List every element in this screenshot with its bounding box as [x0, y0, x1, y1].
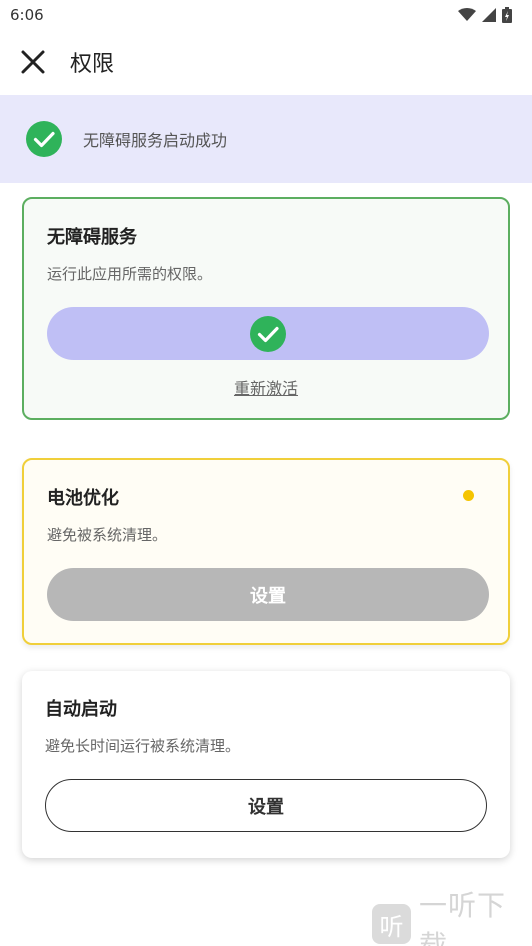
reactivate-link[interactable]: 重新激活 — [47, 375, 485, 399]
card-description: 运行此应用所需的权限。 — [47, 265, 213, 283]
battery-settings-button[interactable]: 设置 — [47, 568, 489, 621]
watermark: 听 一听下载 — [372, 889, 532, 946]
check-circle-icon — [250, 315, 286, 352]
accessibility-activated-button[interactable] — [47, 307, 489, 360]
signal-icon — [482, 8, 496, 22]
page-title: 权限 — [70, 52, 115, 77]
watermark-logo: 听 — [372, 904, 411, 944]
auto-start-card: 自动启动 避免长时间运行被系统清理。 设置 — [22, 671, 510, 858]
status-bar: 6:06 — [0, 0, 532, 30]
card-title: 电池优化 — [47, 488, 119, 509]
success-banner: 无障碍服务启动成功 — [0, 95, 532, 183]
status-icons — [458, 7, 512, 23]
auto-start-settings-button[interactable]: 设置 — [45, 779, 487, 832]
close-button[interactable] — [0, 30, 66, 94]
close-icon — [21, 50, 45, 74]
app-bar: 权限 — [0, 30, 532, 94]
battery-icon — [502, 7, 512, 23]
check-circle-icon — [26, 121, 62, 157]
card-title: 自动启动 — [45, 699, 117, 720]
card-description: 避免被系统清理。 — [47, 526, 168, 544]
wifi-icon — [458, 8, 476, 21]
card-title: 无障碍服务 — [47, 227, 137, 248]
pending-status-dot — [463, 490, 474, 501]
card-description: 避免长时间运行被系统清理。 — [45, 737, 241, 755]
watermark-text: 一听下载 — [418, 889, 506, 946]
accessibility-service-card: 无障碍服务 运行此应用所需的权限。 重新激活 — [22, 197, 510, 420]
status-time: 6:06 — [10, 6, 44, 24]
battery-optimization-card: 电池优化 避免被系统清理。 设置 — [22, 458, 510, 645]
banner-text: 无障碍服务启动成功 — [83, 131, 228, 150]
